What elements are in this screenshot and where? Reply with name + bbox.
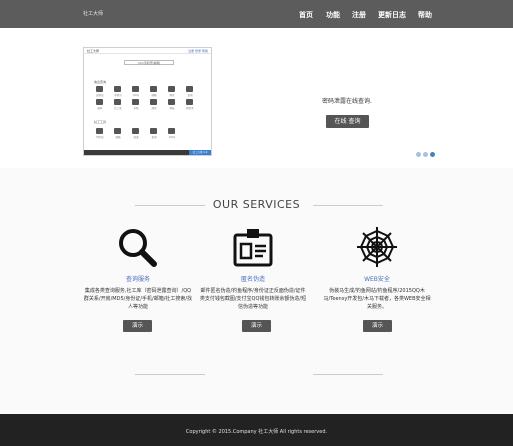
preview-tool-label: 群关系 [186,107,194,110]
preview-title: 社工大师 [87,49,100,53]
online-query-button[interactable]: 在线 查询 [326,115,369,128]
preview-tool-label: 地址 [169,107,175,110]
preview-tool-label: 身份证 [96,94,104,97]
nav-changelog[interactable]: 更新日志 [378,10,406,20]
preview-tool-icon [150,86,157,92]
preview-titlebar: 社工大师 注册 登录 帮助 [84,48,211,54]
preview-tool-icon [114,128,121,134]
divider [135,374,205,375]
preview-tool-icon [168,86,175,92]
preview-tool-label: QQ号 [132,94,140,97]
magnifier-icon [119,229,157,267]
preview-tool-icon [150,128,157,134]
preview-tool-icon [132,128,139,134]
preview-tool-label: 手机 [133,107,139,110]
nav-help[interactable]: 帮助 [418,10,432,20]
top-navbar: 社工大师 首页 功能 注册 更新日志 帮助 [0,0,513,28]
preview-tool-label: 快递 [133,136,139,139]
preview-tool-label: 手机号 [114,94,122,97]
demo-button[interactable]: 演示 [242,320,271,332]
nav-register[interactable]: 注册 [352,10,366,20]
preview-tool-icon [114,99,121,105]
id-badge-icon [233,229,273,267]
nav-home[interactable]: 首页 [299,10,313,20]
slider-dot[interactable] [430,152,435,157]
preview-section-label: 社工工具 [94,120,107,124]
preview-tool-label: 查询 [151,136,157,139]
demo-button[interactable]: 演示 [123,320,152,332]
preview-footer: 社工大师 1.0 [84,150,211,155]
service-name: 查询服务 [125,276,150,283]
preview-tool-icon [114,86,121,92]
preview-tool-icon [96,99,103,105]
services-title: OUR SERVICES [212,198,301,211]
preview-tool-icon [168,128,175,134]
spiderweb-icon [357,227,397,267]
preview-tool-icon [96,86,103,92]
preview-footer-button: 社工大师 1.0 [189,150,211,155]
preview-tool-icon [150,99,157,105]
preview-links: 注册 登录 帮助 [188,49,208,53]
hero-text: 密码泄露在线查询. [322,98,372,105]
preview-tool-label: 密码 [97,107,103,110]
service-name: WEB安全 [364,276,390,283]
preview-tool-label: QQ号 [168,136,176,139]
app-preview-image: 社工大师 注册 登录 帮助 QQ/手机号/邮箱 信息查询 身份证 手机号 QQ号 邮箱… [83,47,212,156]
divider [313,374,383,375]
preview-tool-label: 邮箱 [115,136,121,139]
service-description: 集成各类查询服务,社工库（密码泄露查询）/QQ群关系/开房/MD5/身份证/手机… [83,288,193,310]
preview-tool-icon [186,86,193,92]
copyright-text: Copyright © 2015.Company 社工大师 All rights… [185,429,328,435]
service-description: 伪装马生成/钓鱼网站/钓鱼程序/2015QQ木马/Teensy开发包/木马下载者… [323,288,431,310]
preview-tool-label: 开房 [151,107,157,110]
preview-tool-label: 开房 [169,94,175,97]
preview-tool-icon [168,99,175,105]
preview-search-box: QQ/手机号/邮箱 [124,60,174,65]
preview-tool-label: IP定位 [96,136,104,139]
slider-dot[interactable] [423,152,428,157]
preview-tool-label: 邮箱 [151,94,157,97]
preview-tool-icon [186,99,193,105]
preview-tool-icon [96,128,103,134]
hero-carousel [0,28,513,168]
preview-section-label: 信息查询 [94,80,107,84]
nav-features[interactable]: 功能 [326,10,340,20]
divider [313,205,383,206]
service-description: 邮件匿名伪造/钓鱼程序/身份证正反面伪造/证件类支付钱包截图/支付宝QQ钱包转账… [199,288,307,310]
service-name: 匿名伪造 [240,276,265,283]
demo-button[interactable]: 演示 [363,320,392,332]
preview-tool-icon [132,86,139,92]
slider-dot[interactable] [416,152,421,157]
brand-logo[interactable]: 社工大师 [83,10,103,17]
preview-tool-label: 社工库 [114,107,122,110]
preview-tool-label: 查询 [187,94,193,97]
preview-tool-icon [132,99,139,105]
